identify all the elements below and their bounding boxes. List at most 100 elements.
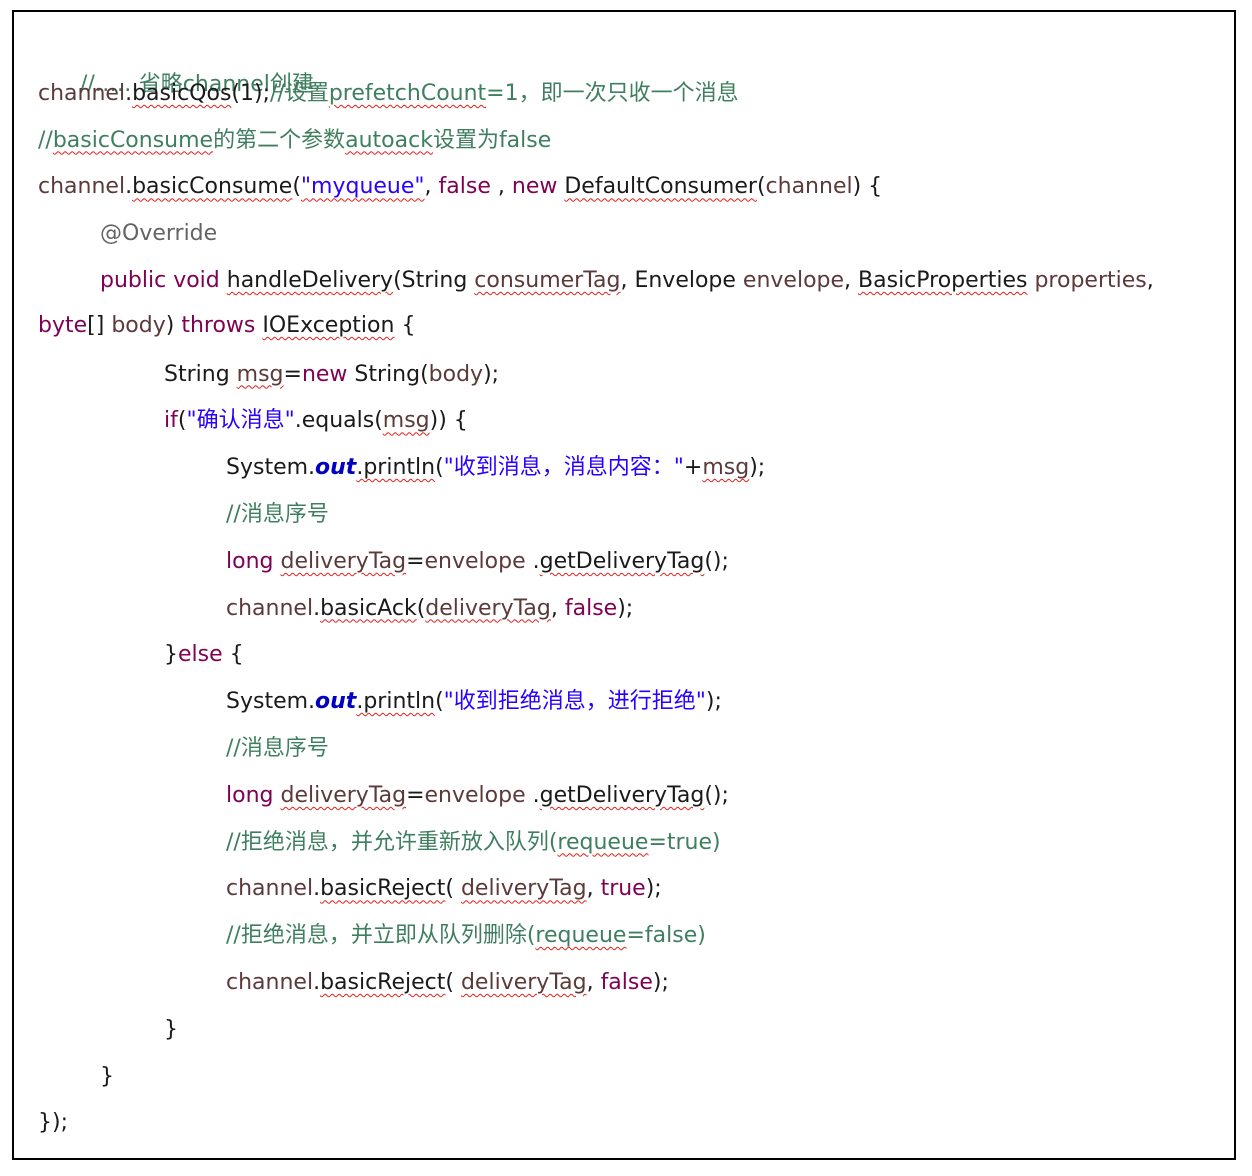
comment: //设置: [270, 80, 329, 106]
punctuation: );: [617, 595, 634, 621]
code-line-23: }: [38, 1058, 1228, 1105]
punctuation: .: [125, 174, 133, 200]
punctuation: (1);: [231, 80, 270, 106]
variable: channel: [38, 174, 126, 200]
method-name: .println: [356, 455, 436, 481]
comment: basicConsume: [52, 127, 214, 153]
variable: envelope: [424, 548, 526, 574]
method-name: getDeliveryTag: [539, 548, 705, 574]
punctuation: (: [435, 455, 444, 481]
punctuation: +: [683, 455, 703, 481]
variable: channel: [226, 969, 314, 995]
punctuation: (: [292, 174, 301, 200]
method-name: basicQos: [132, 80, 232, 106]
variable: msg: [236, 361, 284, 387]
punctuation: []: [87, 312, 112, 338]
punctuation: .: [313, 969, 321, 995]
variable: msg: [382, 408, 430, 434]
punctuation: );: [705, 689, 722, 715]
code-line-11: //消息序号: [38, 496, 1228, 543]
code-line-9: if("确认消息".equals(msg)) {: [38, 402, 1228, 449]
class-name: DefaultConsumer: [564, 174, 757, 200]
type: String: [164, 361, 237, 387]
comment: requeue: [557, 829, 649, 855]
comment: =true): [648, 829, 721, 855]
comment: 的第二个参数: [213, 127, 346, 153]
punctuation: ) {: [852, 174, 883, 200]
punctuation: )) {: [429, 408, 468, 434]
keyword: long: [226, 782, 274, 808]
code-line-7: byte[] body) throws IOException {: [38, 309, 1228, 356]
code-line-21: channel.basicReject( deliveryTag, false)…: [38, 964, 1228, 1011]
string-literal: "确认消息": [186, 408, 295, 434]
type: BasicProperties: [858, 267, 1028, 293]
method-name: handleDelivery: [226, 267, 394, 293]
variable: msg: [702, 455, 750, 481]
punctuation: );: [749, 455, 766, 481]
comment: requeue: [535, 923, 627, 949]
type: (String: [393, 267, 475, 293]
comment: //消息序号: [226, 501, 329, 527]
string-literal: "收到消息，消息内容：": [443, 455, 684, 481]
punctuation: ,: [550, 595, 565, 621]
code-line-3: //basicConsume的第二个参数autoack设置为false: [38, 122, 1228, 169]
code-line-4: channel.basicConsume("myqueue", false , …: [38, 168, 1228, 215]
punctuation: .: [313, 595, 321, 621]
variable: deliveryTag: [280, 548, 407, 574]
parameter: properties: [1034, 267, 1147, 293]
keyword: long: [226, 548, 274, 574]
string-literal: "收到拒绝消息，进行拒绝": [443, 689, 706, 715]
parameter: consumerTag: [474, 267, 621, 293]
punctuation: ,: [586, 969, 601, 995]
static-field: out: [315, 455, 357, 481]
code-line-22: }: [38, 1011, 1228, 1058]
code-line-14: }else {: [38, 636, 1228, 683]
punctuation: {: [394, 312, 416, 338]
punctuation: {: [222, 642, 244, 668]
punctuation: .: [525, 548, 540, 574]
class-name: IOException: [262, 312, 395, 338]
comment: //拒绝消息，并允许重新放入队列(: [226, 829, 558, 855]
comment: =false): [626, 923, 706, 949]
punctuation: }: [100, 1063, 114, 1089]
punctuation: ,: [586, 876, 601, 902]
code-line-5: @Override: [38, 215, 1228, 262]
type: , Envelope: [620, 267, 743, 293]
punctuation: (: [416, 595, 426, 621]
method-name: basicReject: [320, 969, 446, 995]
code-line-10: System.out.println("收到消息，消息内容："+msg);: [38, 449, 1228, 496]
punctuation: =: [406, 782, 425, 808]
keyword: false: [438, 174, 491, 200]
keyword: else: [178, 642, 223, 668]
punctuation: ,: [424, 174, 439, 200]
punctuation: =: [406, 548, 425, 574]
punctuation: );: [652, 969, 669, 995]
keyword: false: [564, 595, 618, 621]
punctuation: (: [445, 876, 461, 902]
variable: deliveryTag: [460, 969, 587, 995]
keyword: false: [600, 969, 653, 995]
punctuation: }: [164, 1016, 178, 1042]
code-line-6: public void handleDelivery(String consum…: [38, 262, 1228, 309]
class-name: System.: [226, 689, 316, 715]
method-name: basicConsume: [132, 174, 293, 200]
punctuation: ();: [704, 548, 729, 574]
variable: body: [428, 361, 484, 387]
parameter: envelope: [742, 267, 845, 293]
method-name: getDeliveryTag: [539, 782, 705, 808]
variable: channel: [226, 876, 314, 902]
punctuation: );: [483, 361, 500, 387]
variable: deliveryTag: [425, 595, 551, 621]
class-name: System.: [226, 455, 316, 481]
punctuation: (: [435, 689, 444, 715]
variable: deliveryTag: [460, 876, 587, 902]
code-box: //……省略channel创建 channel.basicQos(1);//设置…: [12, 10, 1236, 1160]
method-name: basicReject: [320, 876, 446, 902]
code-line-18: //拒绝消息，并允许重新放入队列(requeue=true): [38, 824, 1228, 871]
method-name: .println: [356, 689, 436, 715]
keyword: true: [600, 876, 646, 902]
punctuation: });: [38, 1110, 68, 1136]
code-line-16: //消息序号: [38, 730, 1228, 777]
variable: channel: [38, 80, 126, 106]
keyword: new: [511, 174, 558, 200]
